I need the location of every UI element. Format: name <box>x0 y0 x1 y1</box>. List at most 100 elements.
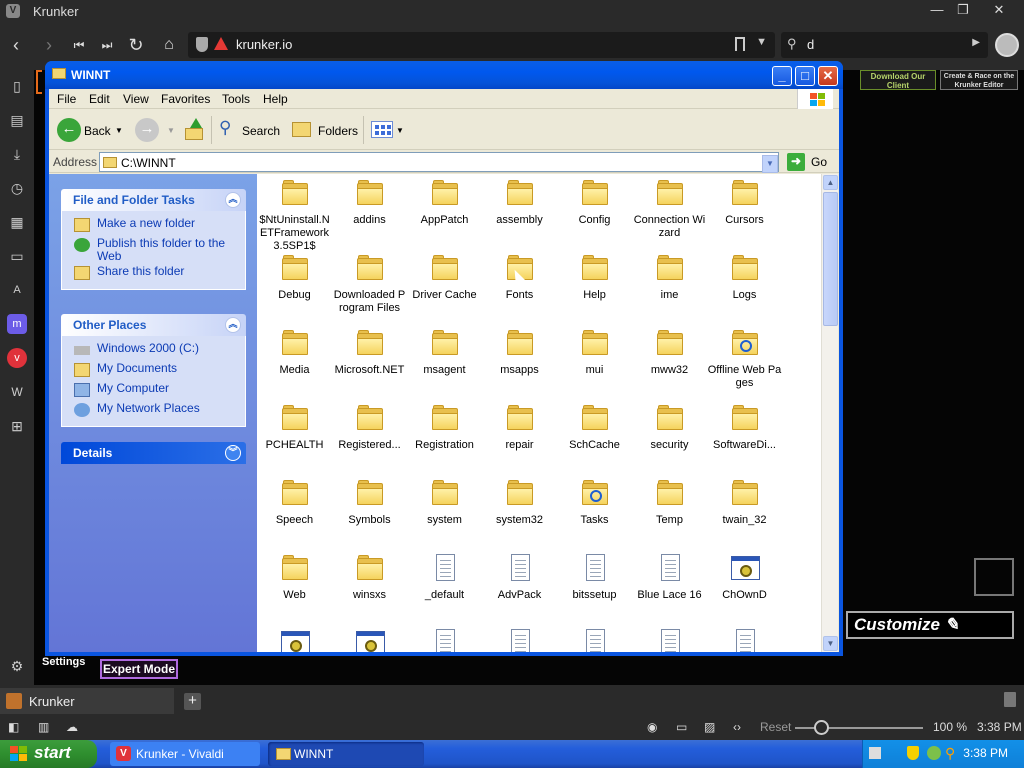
file-item[interactable]: ChOwnD <box>707 553 782 602</box>
place-my-computer[interactable]: My Computer <box>62 382 245 402</box>
window-panel-icon[interactable]: ▭ <box>7 246 27 266</box>
go-arrow-icon[interactable]: ➜ <box>787 153 805 171</box>
task-publish-web[interactable]: Publish this folder to the Web <box>62 237 245 265</box>
customize-button[interactable]: Customize ✎ <box>846 611 1014 639</box>
sync-cloud-icon[interactable]: ☁ <box>66 720 78 734</box>
file-item[interactable]: Web <box>257 553 332 602</box>
file-item[interactable]: Logs <box>707 253 782 302</box>
file-item[interactable]: Registered... <box>332 403 407 452</box>
bookmarks-panel-icon[interactable]: ▯ <box>7 76 27 96</box>
file-item[interactable]: SchCache <box>557 403 632 452</box>
vivaldi-logo-icon[interactable]: V <box>6 4 20 18</box>
home-icon[interactable]: ⌂ <box>158 34 180 56</box>
place-windows-2000[interactable]: Windows 2000 (C:) <box>62 342 245 362</box>
new-tab-button[interactable]: + <box>184 693 201 710</box>
file-item[interactable]: msapps <box>482 328 557 377</box>
file-item[interactable]: addins <box>332 178 407 227</box>
file-item[interactable]: twain_32 <box>707 478 782 527</box>
search-go-icon[interactable]: ▶ <box>972 37 980 48</box>
expand-icon[interactable]: ︾ <box>225 445 241 461</box>
taskbar-btn-winnt[interactable]: WINNT <box>268 742 424 766</box>
file-item[interactable]: Blue Lace 16 <box>632 553 707 602</box>
search-field[interactable]: ⚲ d ▶ <box>781 32 988 58</box>
panel-header[interactable]: File and Folder Tasks ︽ <box>61 189 246 211</box>
file-item[interactable]: winsxs <box>332 553 407 602</box>
panel-toggle-icon[interactable]: ◧ <box>8 720 19 734</box>
file-item[interactable]: Debug <box>257 253 332 302</box>
back-dropdown-icon[interactable]: ▼ <box>115 126 123 135</box>
file-item[interactable]: security <box>632 403 707 452</box>
file-item[interactable] <box>632 628 707 652</box>
file-item[interactable]: ime <box>632 253 707 302</box>
vertical-scrollbar[interactable]: ▲ ▼ <box>821 174 838 652</box>
window-icon[interactable]: ▭ <box>676 720 687 734</box>
place-my-documents[interactable]: My Documents <box>62 362 245 382</box>
file-item[interactable]: Help <box>557 253 632 302</box>
file-item[interactable]: Downloaded Program Files <box>332 253 407 315</box>
security-shield-icon[interactable] <box>907 746 919 760</box>
download-client-button[interactable]: Download Our Client <box>860 70 936 90</box>
folders-button[interactable]: Folders <box>318 124 358 138</box>
panel-header[interactable]: Details ︾ <box>61 442 246 464</box>
file-item[interactable] <box>257 628 332 652</box>
menu-favorites[interactable]: Favorites <box>161 92 210 106</box>
forward-arrow-icon[interactable]: → <box>135 118 159 142</box>
menu-edit[interactable]: Edit <box>89 92 110 106</box>
go-button[interactable]: Go <box>811 155 827 169</box>
file-item[interactable]: Offline Web Pages <box>707 328 782 390</box>
file-item[interactable]: mui <box>557 328 632 377</box>
collapse-icon[interactable]: ︽ <box>225 192 241 208</box>
image-icon[interactable]: ▨ <box>704 720 715 734</box>
fastforward-icon[interactable]: ⏭ <box>96 34 118 56</box>
zoom-slider-knob[interactable] <box>814 720 829 735</box>
file-item[interactable]: PCHEALTH <box>257 403 332 452</box>
chevron-down-icon[interactable]: ▼ <box>756 36 767 48</box>
rewind-icon[interactable]: ⏮ <box>68 34 90 56</box>
file-item[interactable] <box>557 628 632 652</box>
settings-link[interactable]: Settings <box>42 656 85 668</box>
file-item[interactable]: Driver Cache <box>407 253 482 302</box>
profile-avatar[interactable] <box>995 33 1019 57</box>
file-item[interactable]: system <box>407 478 482 527</box>
collapse-icon[interactable]: ︽ <box>225 317 241 333</box>
task-new-folder[interactable]: Make a new folder <box>62 217 245 237</box>
file-item[interactable]: Symbols <box>332 478 407 527</box>
file-item[interactable]: Speech <box>257 478 332 527</box>
menu-view[interactable]: View <box>123 92 149 106</box>
file-item[interactable] <box>407 628 482 652</box>
add-panel-icon[interactable]: ⊞ <box>7 416 27 436</box>
back-icon[interactable]: ‹ <box>5 34 27 56</box>
mastodon-icon[interactable]: m <box>7 314 27 334</box>
item-slot[interactable] <box>974 558 1014 596</box>
code-icon[interactable]: ‹› <box>733 720 741 734</box>
shield-icon[interactable] <box>196 37 208 52</box>
file-item[interactable]: Microsoft.NET <box>332 328 407 377</box>
back-arrow-icon[interactable]: ← <box>57 118 81 142</box>
file-item[interactable]: $NtUninstall.NETFramework3.5SP1$ <box>257 178 332 253</box>
maximize-button[interactable]: □ <box>795 66 815 86</box>
file-item[interactable]: Media <box>257 328 332 377</box>
back-button[interactable]: Back <box>84 124 111 138</box>
scroll-thumb[interactable] <box>823 192 838 326</box>
reload-icon[interactable]: ↻ <box>125 34 147 56</box>
reading-list-icon[interactable]: ▤ <box>7 110 27 130</box>
panel-header[interactable]: Other Places ︽ <box>61 314 246 336</box>
file-item[interactable]: SoftwareDi... <box>707 403 782 452</box>
file-item[interactable]: Connection Wizard <box>632 178 707 240</box>
url-bar[interactable]: krunker.io ▼ <box>188 32 775 58</box>
close-icon[interactable]: ✕ <box>984 0 1014 22</box>
views-dropdown-icon[interactable]: ▼ <box>396 126 404 135</box>
minimize-button[interactable]: _ <box>772 66 792 86</box>
settings-gear-icon[interactable]: ⚙ <box>7 656 27 676</box>
scroll-down-icon[interactable]: ▼ <box>823 636 838 651</box>
restore-icon[interactable]: ❐ <box>948 0 978 22</box>
zoom-reset[interactable]: Reset <box>760 720 791 734</box>
file-item[interactable]: bitssetup <box>557 553 632 602</box>
file-item[interactable]: msagent <box>407 328 482 377</box>
downloads-icon[interactable]: ⤓ <box>7 144 27 164</box>
tab-krunker[interactable]: Krunker <box>0 688 174 714</box>
taskbar-btn-vivaldi[interactable]: V Krunker - Vivaldi <box>110 742 260 766</box>
search-tray-icon[interactable]: ⚲ <box>945 745 955 762</box>
address-dropdown-icon[interactable]: ▼ <box>762 155 778 173</box>
capture-icon[interactable]: ◉ <box>647 720 657 734</box>
